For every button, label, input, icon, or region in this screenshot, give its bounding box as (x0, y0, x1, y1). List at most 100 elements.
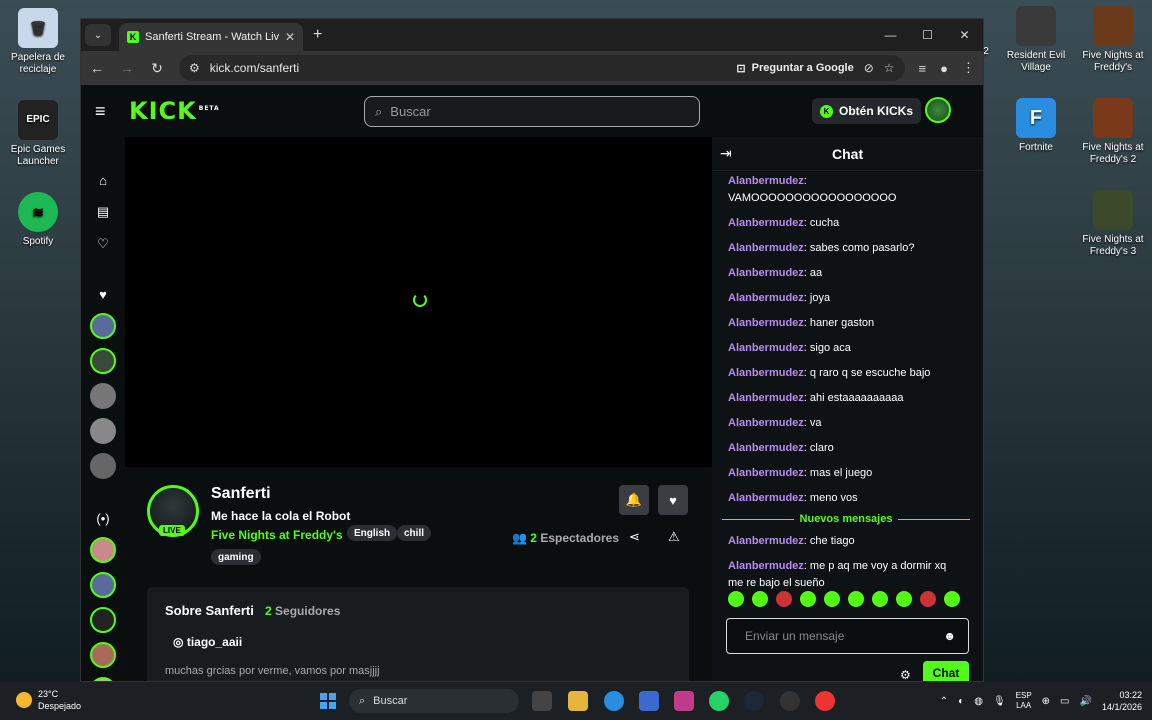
chat-username[interactable]: Alanbermudez (728, 392, 804, 404)
reading-list-icon[interactable]: ≡ (919, 61, 927, 76)
recommended-channel-avatar[interactable] (90, 572, 116, 598)
followed-channel-avatar[interactable] (90, 453, 116, 479)
tab-search-button[interactable]: ⌄ (85, 24, 111, 46)
kick-logo[interactable]: KICK BETA (129, 97, 220, 125)
chat-message-input[interactable]: Enviar un mensaje ☻ (726, 618, 969, 654)
desktop-icon-fortnite[interactable]: F Fortnite (1000, 98, 1072, 154)
notifications-button[interactable]: 🔔 (619, 485, 649, 515)
chat-username[interactable]: Alanbermudez (728, 242, 804, 254)
followed-channel-avatar[interactable] (90, 418, 116, 444)
emote-icon[interactable] (728, 591, 744, 607)
start-button[interactable] (320, 693, 336, 709)
emoji-picker-icon[interactable]: ☻ (943, 629, 956, 643)
tag-gaming[interactable]: gaming (211, 549, 261, 565)
followed-channel-avatar[interactable] (90, 313, 116, 339)
profile-icon[interactable]: ● (940, 61, 948, 76)
search-input[interactable]: ⌕ Buscar (364, 96, 700, 127)
recommended-channel-avatar[interactable] (90, 607, 116, 633)
ask-google-button[interactable]: ⊡ Preguntar a Google (736, 62, 853, 75)
volume-icon[interactable]: 🔊 (1080, 696, 1092, 707)
desktop-icon-fnaf2[interactable]: Five Nights at Freddy's 2 (1077, 98, 1149, 166)
chat-username[interactable]: Alanbermudez (728, 467, 804, 479)
chat-username[interactable]: Alanbermudez (728, 217, 804, 229)
tag-chill[interactable]: chill (397, 525, 432, 541)
file-explorer-icon[interactable] (568, 691, 588, 711)
browse-icon[interactable]: ▤ (90, 199, 116, 225)
tab-close-icon[interactable]: ✕ (285, 30, 295, 44)
emote-icon[interactable] (896, 591, 912, 607)
followed-channel-avatar[interactable] (90, 348, 116, 374)
hamburger-menu-icon[interactable]: ≡ (95, 101, 117, 122)
emote-icon[interactable] (872, 591, 888, 607)
close-window-button[interactable]: ✕ (946, 28, 983, 42)
clock[interactable]: 03:22 14/1/2026 (1102, 689, 1142, 713)
video-player[interactable] (125, 137, 712, 467)
chat-username[interactable]: Alanbermudez (728, 417, 804, 429)
emote-icon[interactable] (944, 591, 960, 607)
taskbar-search[interactable]: ⌕ Buscar (349, 689, 519, 713)
chat-username[interactable]: Alanbermudez (728, 535, 804, 547)
url-text[interactable]: kick.com/sanferti (210, 61, 299, 75)
tag-english[interactable]: English (347, 525, 398, 541)
chat-username[interactable]: Alanbermudez (728, 292, 804, 304)
whatsapp-icon[interactable] (709, 691, 729, 711)
edge-icon[interactable] (604, 691, 624, 711)
home-icon[interactable]: ⌂ (90, 167, 116, 193)
chat-username[interactable]: Alanbermudez (728, 442, 804, 454)
network-icon[interactable]: ⊕ (1042, 696, 1050, 707)
desktop-icon-epic-games[interactable]: EPIC Epic Games Launcher (2, 100, 74, 168)
mic-icon[interactable]: 🎙 (993, 696, 1006, 707)
reload-button[interactable]: ↻ (149, 60, 165, 77)
collapse-chat-icon[interactable]: ⇥ (720, 145, 732, 162)
omnibox[interactable]: ⚙ kick.com/sanferti ⊡ Preguntar a Google … (179, 55, 905, 81)
minimize-button[interactable]: — (872, 28, 909, 42)
tray-app-icon[interactable]: ◐ (958, 696, 964, 707)
desktop-icon-fnaf3[interactable]: Five Nights at Freddy's 3 (1077, 190, 1149, 258)
report-icon[interactable]: ⚠ (668, 529, 680, 545)
steam-icon[interactable] (744, 691, 764, 711)
eye-off-icon[interactable]: ⊘ (864, 61, 874, 75)
user-avatar[interactable] (925, 97, 951, 123)
maximize-button[interactable]: ☐ (909, 28, 946, 42)
desktop-icon-recycle-bin[interactable]: 🗑 Papelera de reciclaje (2, 8, 74, 76)
chat-settings-icon[interactable]: ⚙ (900, 668, 911, 681)
browser-tab[interactable]: K Sanferti Stream - Watch Live on ✕ (119, 23, 303, 51)
emote-icon[interactable] (920, 591, 936, 607)
followed-channel-avatar[interactable] (90, 383, 116, 409)
chrome-icon[interactable] (815, 691, 835, 711)
desktop-icon-spotify[interactable]: ≋ Spotify (2, 192, 74, 248)
chat-username[interactable]: Alanbermudez (728, 367, 804, 379)
chat-username[interactable]: Alanbermudez (728, 175, 804, 187)
emote-icon[interactable] (848, 591, 864, 607)
share-icon[interactable]: ⋖ (629, 529, 640, 545)
task-view-icon[interactable] (532, 691, 552, 711)
desktop-icon-resident-evil[interactable]: Resident Evil Village (1000, 6, 1072, 74)
chat-username[interactable]: Alanbermudez (728, 560, 804, 572)
emote-icon[interactable] (752, 591, 768, 607)
roblox-icon[interactable] (780, 691, 800, 711)
recommended-channel-avatar[interactable] (90, 642, 116, 668)
chat-username[interactable]: Alanbermudez (728, 267, 804, 279)
tray-app-icon[interactable]: ◍ (974, 696, 983, 707)
emote-icon[interactable] (776, 591, 792, 607)
stream-category[interactable]: Five Nights at Freddy's (211, 528, 343, 542)
weather-widget[interactable]: 23°C Despejado (16, 688, 81, 712)
send-chat-button[interactable]: Chat (923, 661, 969, 681)
battery-icon[interactable]: ▭ (1060, 696, 1069, 707)
channel-name[interactable]: Sanferti (211, 485, 271, 503)
emote-icon[interactable] (800, 591, 816, 607)
instagram-link[interactable]: ◎ tiago_aaii (173, 635, 242, 649)
chat-username[interactable]: Alanbermudez (728, 342, 804, 354)
input-language[interactable]: ESP LAA (1016, 691, 1032, 711)
bookmark-star-icon[interactable]: ☆ (884, 61, 895, 75)
recommended-channel-avatar[interactable] (90, 537, 116, 563)
follow-button[interactable]: ♥ (658, 485, 688, 515)
back-button[interactable]: ← (89, 60, 105, 76)
chat-username[interactable]: Alanbermudez (728, 492, 804, 504)
forward-button[interactable]: → (119, 60, 135, 76)
desktop-icon-fnaf[interactable]: Five Nights at Freddy's (1077, 6, 1149, 74)
store-icon[interactable] (639, 691, 659, 711)
menu-kebab-icon[interactable]: ⋮ (962, 60, 975, 76)
chat-username[interactable]: Alanbermudez (728, 317, 804, 329)
emote-icon[interactable] (824, 591, 840, 607)
